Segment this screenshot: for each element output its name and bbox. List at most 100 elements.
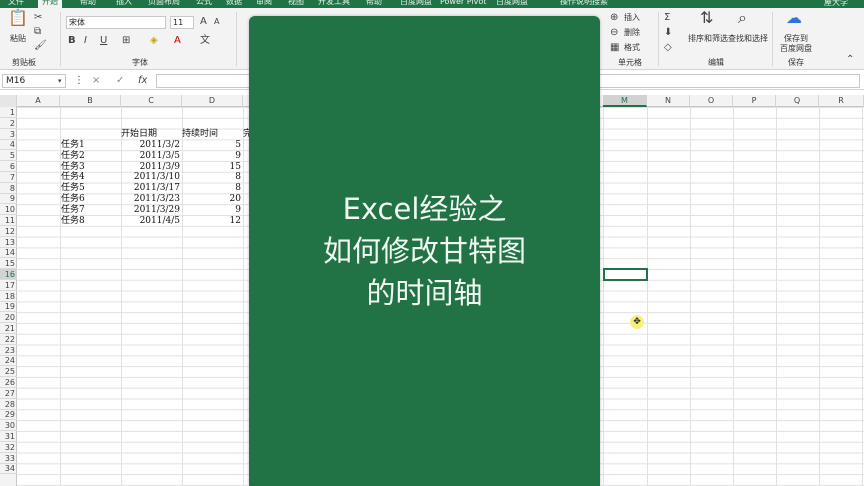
row-header-2[interactable]: 2 bbox=[0, 118, 17, 129]
name-box[interactable]: M16 bbox=[2, 74, 66, 88]
tab-view[interactable]: 视图 bbox=[288, 0, 304, 8]
task-name-cell[interactable]: 任务8 bbox=[61, 216, 121, 227]
cancel-button[interactable]: × bbox=[92, 75, 100, 87]
duration-cell[interactable]: 9 bbox=[182, 205, 241, 216]
row-header-1[interactable]: 1 bbox=[0, 107, 17, 118]
tab-help-1[interactable]: 帮助 bbox=[80, 0, 96, 8]
row-header-7[interactable]: 7 bbox=[0, 172, 17, 183]
column-header-Q[interactable]: Q bbox=[776, 95, 819, 107]
duration-cell[interactable]: 12 bbox=[182, 216, 241, 227]
insert-function-button[interactable]: fx bbox=[138, 75, 147, 87]
row-header-6[interactable]: 6 bbox=[0, 161, 17, 172]
find-select-button[interactable]: 查找和选择 bbox=[728, 34, 768, 44]
column-header-R[interactable]: R bbox=[819, 95, 864, 107]
column-header-P[interactable]: P bbox=[733, 95, 776, 107]
enter-button[interactable]: ✓ bbox=[116, 75, 124, 87]
row-header-31[interactable]: 31 bbox=[0, 431, 17, 442]
user-name[interactable]: 屋大学 bbox=[824, 0, 848, 8]
duration-cell[interactable]: 8 bbox=[182, 172, 241, 183]
font-family-select[interactable]: 宋体 bbox=[66, 16, 166, 29]
duration-cell[interactable]: 5 bbox=[182, 140, 241, 151]
fill-down-icon[interactable]: ⬇ bbox=[664, 27, 672, 39]
row-header-3[interactable]: 3 bbox=[0, 129, 17, 140]
format-cells-icon[interactable]: ▦ bbox=[610, 42, 619, 54]
start-date-cell[interactable]: 2011/3/9 bbox=[121, 162, 180, 173]
row-header-30[interactable]: 30 bbox=[0, 420, 17, 432]
task-name-cell[interactable]: 任务1 bbox=[61, 140, 121, 151]
paste-icon[interactable]: 📋 bbox=[8, 10, 28, 26]
column-header-B[interactable]: B bbox=[60, 95, 121, 107]
row-header-10[interactable]: 10 bbox=[0, 204, 17, 216]
start-date-cell[interactable]: 2011/3/29 bbox=[121, 205, 180, 216]
bold-button[interactable]: B bbox=[68, 35, 76, 47]
cut-icon[interactable]: ✂ bbox=[34, 12, 42, 24]
baidu-cloud-icon[interactable]: ☁ bbox=[786, 10, 802, 26]
clear-icon[interactable]: ◇ bbox=[664, 42, 672, 54]
duration-cell[interactable]: 8 bbox=[182, 183, 241, 194]
baidu-netdisk-label[interactable]: 百度网盘 bbox=[780, 44, 812, 54]
sort-filter-icon[interactable]: ⇅ bbox=[700, 10, 713, 26]
row-header-28[interactable]: 28 bbox=[0, 399, 17, 410]
tab-data[interactable]: 数据 bbox=[226, 0, 242, 8]
task-name-cell[interactable]: 任务3 bbox=[61, 162, 121, 173]
save-to-label[interactable]: 保存到 bbox=[784, 34, 808, 44]
column-header-O[interactable]: O bbox=[690, 95, 733, 107]
row-header-20[interactable]: 20 bbox=[0, 312, 17, 324]
tab-page-layout[interactable]: 页面布局 bbox=[148, 0, 180, 8]
row-header-16[interactable]: 16 bbox=[0, 269, 17, 280]
search-icon[interactable]: ⌕ bbox=[738, 10, 747, 26]
name-box-dropdown-icon[interactable]: ▾ bbox=[58, 75, 62, 87]
row-header-32[interactable]: 32 bbox=[0, 442, 17, 453]
font-size-select[interactable]: 11 bbox=[170, 16, 194, 29]
row-header-18[interactable]: 18 bbox=[0, 291, 17, 302]
italic-button[interactable]: I bbox=[84, 35, 87, 47]
column-header-M[interactable]: M bbox=[603, 95, 647, 107]
row-header-33[interactable]: 33 bbox=[0, 453, 17, 464]
row-header-14[interactable]: 14 bbox=[0, 247, 17, 259]
border-icon[interactable]: ⊞ bbox=[122, 35, 130, 47]
task-name-cell[interactable]: 任务2 bbox=[61, 151, 121, 162]
row-header-25[interactable]: 25 bbox=[0, 366, 17, 378]
format-painter-icon[interactable]: 🖌 bbox=[34, 40, 47, 52]
row-header-13[interactable]: 13 bbox=[0, 237, 17, 248]
autosum-button[interactable]: Σ bbox=[664, 12, 670, 24]
row-header-24[interactable]: 24 bbox=[0, 355, 17, 367]
selected-cell-M16[interactable] bbox=[603, 268, 648, 281]
tab-insert[interactable]: 插入 bbox=[116, 0, 132, 8]
tab-home[interactable]: 开始 bbox=[38, 0, 62, 8]
row-header-26[interactable]: 26 bbox=[0, 377, 17, 388]
phonetic-icon[interactable]: 文 bbox=[200, 35, 210, 47]
column-header-D[interactable]: D bbox=[182, 95, 243, 107]
tab-review[interactable]: 审阅 bbox=[256, 0, 272, 8]
fill-color-icon[interactable]: ◈ bbox=[150, 35, 158, 47]
row-header-29[interactable]: 29 bbox=[0, 409, 17, 421]
tab-baidu-netdisk[interactable]: 百度网盘 bbox=[400, 0, 432, 8]
paste-button-label[interactable]: 粘贴 bbox=[10, 34, 26, 44]
insert-cells-icon[interactable]: ⊕ bbox=[610, 12, 618, 24]
font-color-icon[interactable]: A bbox=[174, 35, 181, 47]
row-header-11[interactable]: 11 bbox=[0, 215, 17, 226]
row-header-34[interactable]: 34 bbox=[0, 463, 17, 475]
task-name-cell[interactable]: 任务4 bbox=[61, 172, 121, 183]
row-header-23[interactable]: 23 bbox=[0, 345, 17, 356]
duration-cell[interactable]: 15 bbox=[182, 162, 241, 173]
row-header-17[interactable]: 17 bbox=[0, 280, 17, 291]
row-header-15[interactable]: 15 bbox=[0, 258, 17, 270]
tab-baidu-netdisk-2[interactable]: 百度网盘 bbox=[496, 0, 528, 8]
duration-cell[interactable]: 9 bbox=[182, 151, 241, 162]
format-cells-button[interactable]: 格式 bbox=[624, 43, 640, 53]
duration-cell[interactable]: 20 bbox=[182, 194, 241, 205]
row-header-8[interactable]: 8 bbox=[0, 183, 17, 194]
column-header-C[interactable]: C bbox=[121, 95, 182, 107]
start-date-cell[interactable]: 2011/3/17 bbox=[121, 183, 180, 194]
cell-C3[interactable]: 开始日期 bbox=[121, 129, 182, 140]
task-name-cell[interactable]: 任务7 bbox=[61, 205, 121, 216]
row-header-21[interactable]: 21 bbox=[0, 323, 17, 334]
delete-cells-button[interactable]: 删除 bbox=[624, 28, 640, 38]
row-header-22[interactable]: 22 bbox=[0, 334, 17, 345]
start-date-cell[interactable]: 2011/4/5 bbox=[121, 216, 180, 227]
tab-help-2[interactable]: 帮助 bbox=[366, 0, 382, 8]
column-header-N[interactable]: N bbox=[647, 95, 690, 107]
start-date-cell[interactable]: 2011/3/2 bbox=[121, 140, 180, 151]
underline-button[interactable]: U bbox=[100, 35, 107, 47]
